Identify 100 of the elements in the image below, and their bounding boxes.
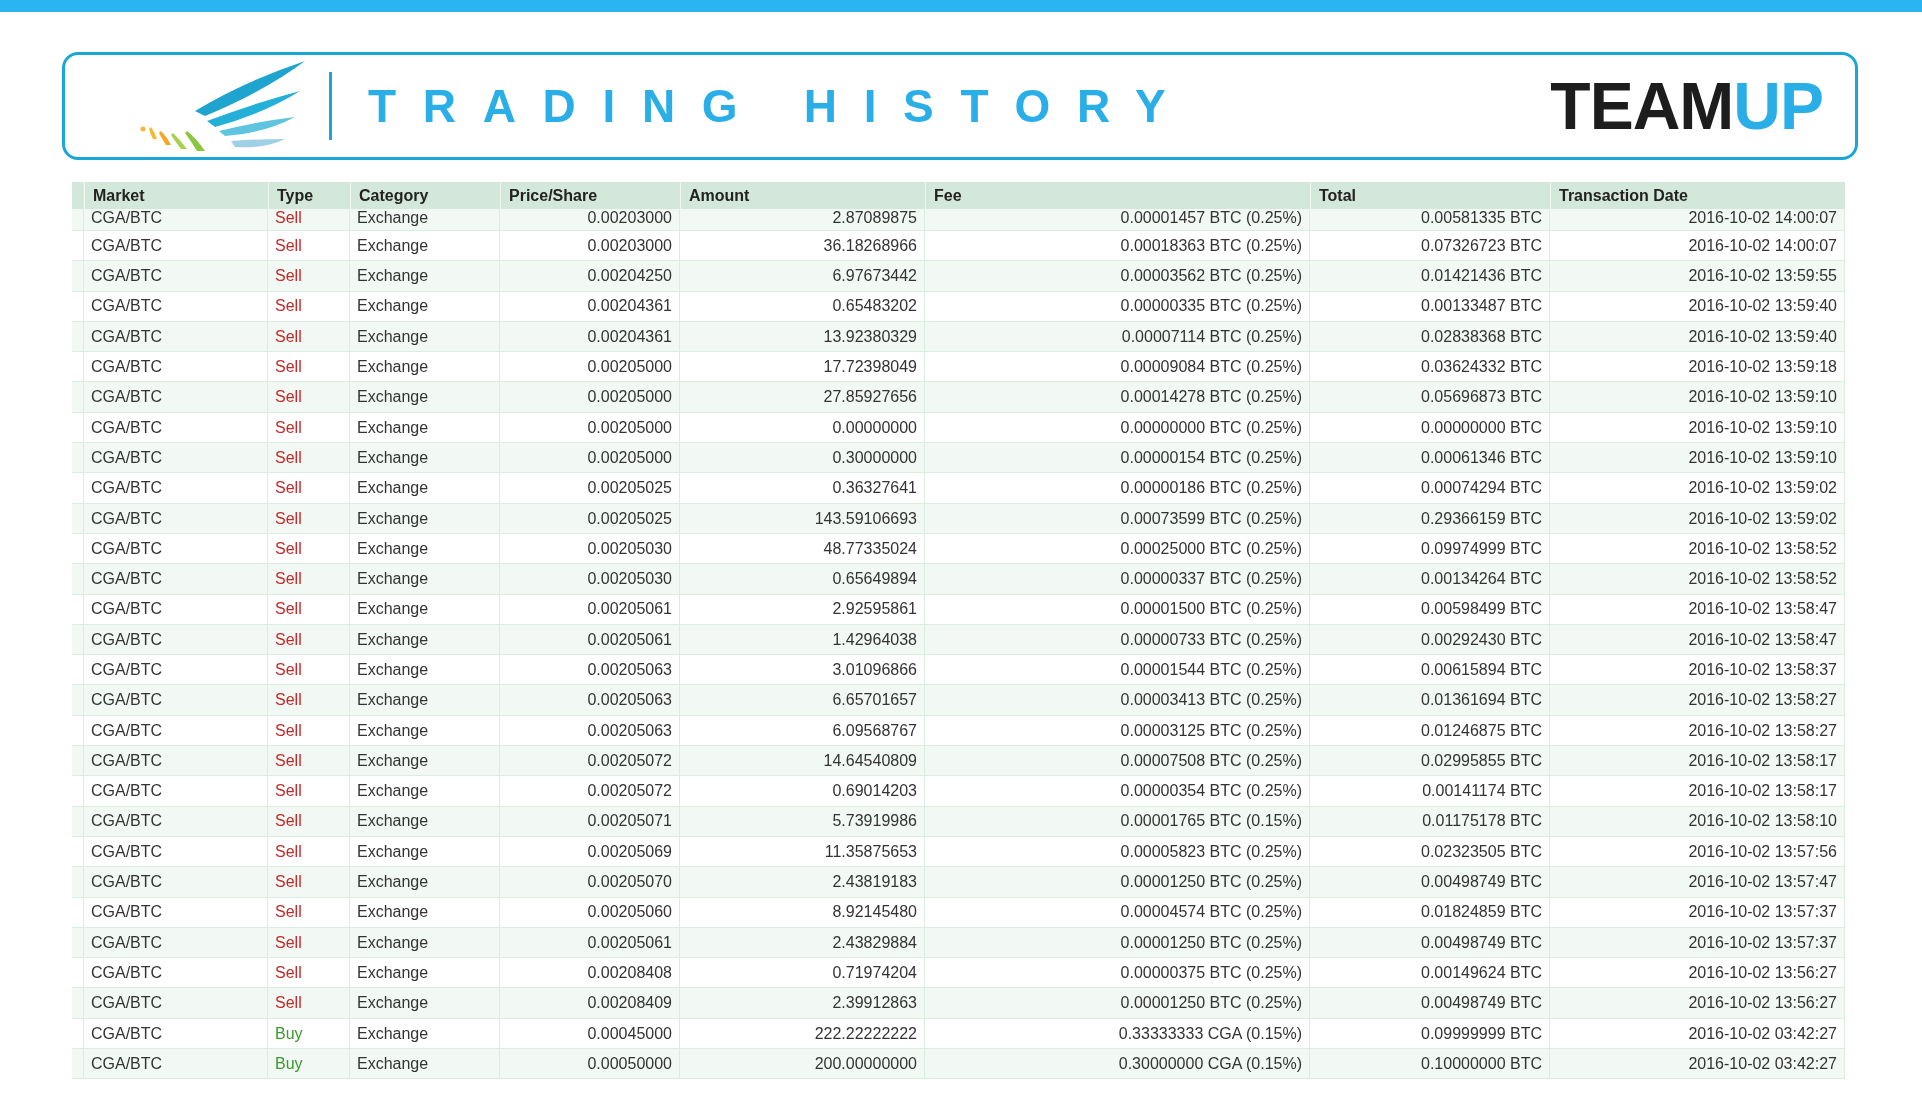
table-cell: 0.00205070 bbox=[587, 873, 672, 891]
table-cell: Exchange bbox=[357, 873, 429, 891]
type-label: Sell bbox=[275, 297, 302, 316]
table-cell: 0.09999999 BTC bbox=[1421, 1024, 1542, 1043]
table-cell: Exchange bbox=[357, 842, 429, 861]
page-title: TRADING HISTORY bbox=[368, 79, 1194, 133]
table-cell: 0.00133487 BTC bbox=[1421, 297, 1542, 316]
type-label: Sell bbox=[275, 479, 302, 497]
table-cell: 0.01824859 BTC bbox=[1421, 903, 1542, 921]
table-cell: CGA/BTC bbox=[91, 418, 163, 437]
table-cell: 2016-10-02 13:58:17 bbox=[1688, 782, 1837, 800]
table-cell: 0.03624332 BTC bbox=[1421, 358, 1542, 376]
table-cell: Exchange bbox=[357, 933, 429, 952]
table-cell: CGA/BTC bbox=[91, 782, 163, 800]
table-cell: 200.00000000 bbox=[814, 1054, 917, 1073]
table-cell: CGA/BTC bbox=[91, 209, 163, 227]
table-cell: CGA/BTC bbox=[91, 751, 163, 770]
table-cell: Exchange bbox=[357, 1054, 429, 1073]
table-cell: 2016-10-02 13:58:47 bbox=[1688, 630, 1837, 649]
type-label: Sell bbox=[275, 448, 302, 467]
table-cell: 0.69014203 bbox=[832, 782, 917, 800]
table-cell: 2016-10-02 13:57:47 bbox=[1688, 873, 1837, 891]
table-cell: 0.00001765 BTC (0.15%) bbox=[1120, 812, 1302, 831]
table-cell: Exchange bbox=[357, 509, 429, 528]
table-cell: 0.00205063 bbox=[587, 661, 672, 679]
table-cell: 0.07326723 BTC bbox=[1421, 236, 1542, 255]
table-cell: Exchange bbox=[357, 630, 429, 649]
table-cell: CGA/BTC bbox=[91, 842, 163, 861]
type-label: Sell bbox=[275, 873, 302, 891]
table-cell: 2.87089875 bbox=[832, 209, 917, 227]
table-cell: 0.02995855 BTC bbox=[1421, 751, 1542, 770]
table-cell: CGA/BTC bbox=[91, 721, 163, 740]
table-cell: CGA/BTC bbox=[91, 358, 163, 376]
table-cell: 0.00000000 bbox=[832, 418, 917, 437]
table-cell: Exchange bbox=[357, 479, 429, 497]
table-cell: 0.00204361 bbox=[587, 327, 672, 346]
table-cell: 0.00134264 BTC bbox=[1421, 570, 1542, 588]
table-cell: 2016-10-02 13:59:18 bbox=[1688, 358, 1837, 376]
table-cell: 0.65649894 bbox=[832, 570, 917, 588]
table-cell: CGA/BTC bbox=[91, 661, 163, 679]
table-cell: 2016-10-02 13:59:40 bbox=[1688, 297, 1837, 316]
table-cell: 0.00205072 bbox=[587, 751, 672, 770]
table-cell: 2016-10-02 13:57:37 bbox=[1688, 933, 1837, 952]
table-cell: 0.30000000 CGA (0.15%) bbox=[1118, 1054, 1302, 1073]
table-cell: 2016-10-02 13:59:02 bbox=[1688, 509, 1837, 528]
table-cell: 0.00001250 BTC (0.25%) bbox=[1120, 994, 1302, 1012]
table-cell: Exchange bbox=[357, 448, 429, 467]
table-cell: 0.00003413 BTC (0.25%) bbox=[1120, 691, 1302, 709]
table-cell: 2016-10-02 13:56:27 bbox=[1688, 963, 1837, 982]
table-cell: CGA/BTC bbox=[91, 509, 163, 528]
table-cell: 0.02323505 BTC bbox=[1421, 842, 1542, 861]
table-cell: 0.00000186 BTC (0.25%) bbox=[1120, 479, 1302, 497]
table-cell: 0.00073599 BTC (0.25%) bbox=[1120, 509, 1302, 528]
table-cell: 0.00208408 bbox=[587, 963, 672, 982]
table-cell: CGA/BTC bbox=[91, 933, 163, 952]
table-cell: 0.00000337 BTC (0.25%) bbox=[1120, 570, 1302, 588]
table-cell: CGA/BTC bbox=[91, 994, 163, 1012]
table-cell: CGA/BTC bbox=[91, 630, 163, 649]
table-cell: 0.00205061 bbox=[587, 630, 672, 649]
table-cell: 0.36327641 bbox=[832, 479, 917, 497]
table-cell: 2016-10-02 13:58:27 bbox=[1688, 691, 1837, 709]
table-cell: Exchange bbox=[357, 782, 429, 800]
table-cell: 2.39912863 bbox=[832, 994, 917, 1012]
table-cell: 2016-10-02 13:58:17 bbox=[1688, 751, 1837, 770]
table-cell: 0.00203000 bbox=[587, 236, 672, 255]
table-cell: 0.00000733 BTC (0.25%) bbox=[1120, 630, 1302, 649]
table-cell: Exchange bbox=[357, 963, 429, 982]
table-cell: Exchange bbox=[357, 236, 429, 255]
table-cell: 1.42964038 bbox=[832, 630, 917, 649]
table-cell: 0.00018363 BTC (0.25%) bbox=[1120, 236, 1302, 255]
table-cell: 0.30000000 bbox=[832, 448, 917, 467]
table-cell: 8.92145480 bbox=[832, 903, 917, 921]
table-cell: 0.00205000 bbox=[587, 388, 672, 406]
table-cell: Exchange bbox=[357, 691, 429, 709]
table-cell: CGA/BTC bbox=[91, 1054, 163, 1073]
table-cell: 0.29366159 BTC bbox=[1421, 509, 1542, 528]
table-cell: 0.00014278 BTC (0.25%) bbox=[1120, 388, 1302, 406]
table-cell: CGA/BTC bbox=[91, 812, 163, 831]
table-cell: Exchange bbox=[357, 388, 429, 406]
type-label: Sell bbox=[275, 751, 302, 770]
table-cell: 0.10000000 BTC bbox=[1421, 1054, 1542, 1073]
table-cell: CGA/BTC bbox=[91, 903, 163, 921]
type-label: Sell bbox=[275, 691, 302, 709]
table-cell: 17.72398049 bbox=[823, 358, 917, 376]
table-cell: 0.00074294 BTC bbox=[1421, 479, 1542, 497]
table-cell: 0.00007508 BTC (0.25%) bbox=[1120, 751, 1302, 770]
table-cell: 0.02838368 BTC bbox=[1421, 327, 1542, 346]
table-cell: Exchange bbox=[357, 267, 429, 285]
table-cell: CGA/BTC bbox=[91, 570, 163, 588]
table-cell: 0.00005823 BTC (0.25%) bbox=[1120, 842, 1302, 861]
table-cell: CGA/BTC bbox=[91, 963, 163, 982]
table-cell: 0.00205063 bbox=[587, 691, 672, 709]
table-cell: 0.00003125 BTC (0.25%) bbox=[1120, 721, 1302, 740]
table-cell: CGA/BTC bbox=[91, 236, 163, 255]
table-cell: CGA/BTC bbox=[91, 479, 163, 497]
type-label: Sell bbox=[275, 812, 302, 831]
table-cell: Exchange bbox=[357, 297, 429, 316]
table-cell: CGA/BTC bbox=[91, 873, 163, 891]
table-cell: 0.00205071 bbox=[587, 812, 672, 831]
table-cell: 2.92595861 bbox=[832, 600, 917, 618]
